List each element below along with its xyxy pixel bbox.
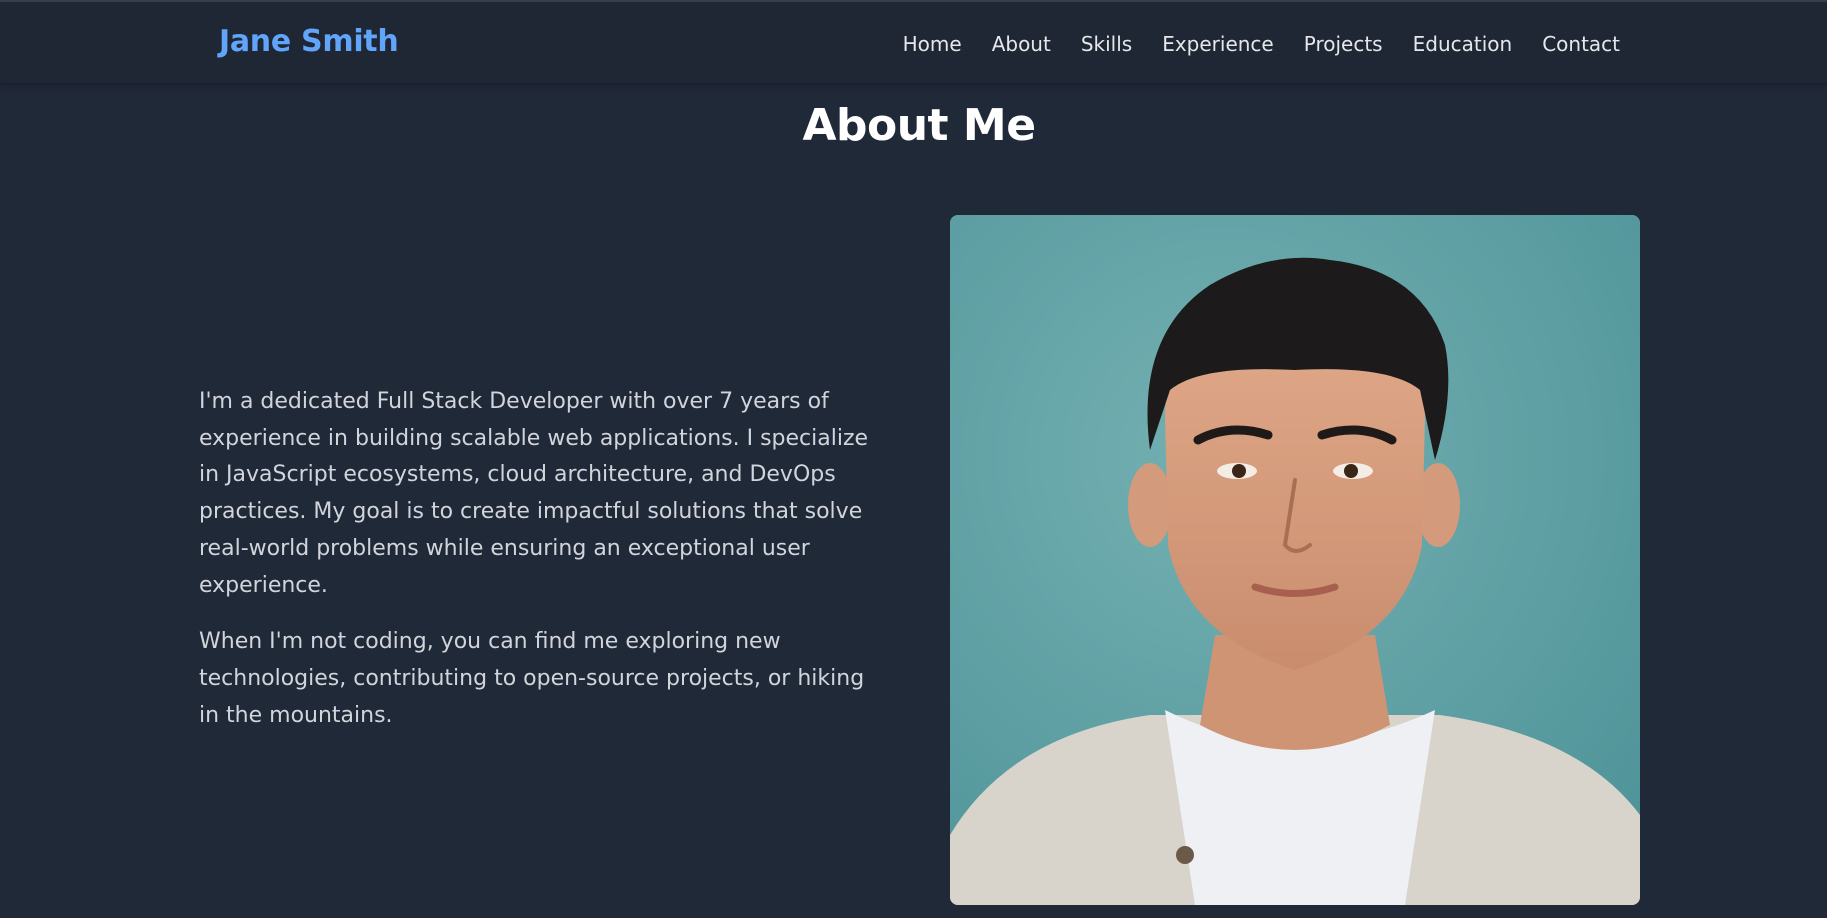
profile-photo (950, 215, 1640, 905)
about-paragraph-2: When I'm not coding, you can find me exp… (199, 629, 865, 728)
nav-link-contact[interactable]: Contact (1542, 32, 1620, 56)
about-text: I'm a dedicated Full Stack Developer wit… (199, 384, 889, 754)
about-paragraph-1: I'm a dedicated Full Stack Developer wit… (199, 389, 869, 598)
brand-logo[interactable]: Jane Smith (219, 24, 399, 59)
nav-link-projects[interactable]: Projects (1304, 32, 1383, 56)
top-navbar: Jane Smith Home About Skills Experience … (0, 0, 1827, 84)
nav-link-about[interactable]: About (992, 32, 1051, 56)
nav-links: Home About Skills Experience Projects Ed… (903, 32, 1620, 56)
about-section-title: About Me (802, 100, 1036, 151)
nav-link-home[interactable]: Home (903, 32, 962, 56)
nav-link-education[interactable]: Education (1413, 32, 1513, 56)
portrait-illustration (950, 215, 1640, 905)
nav-link-experience[interactable]: Experience (1162, 32, 1274, 56)
nav-link-skills[interactable]: Skills (1081, 32, 1132, 56)
